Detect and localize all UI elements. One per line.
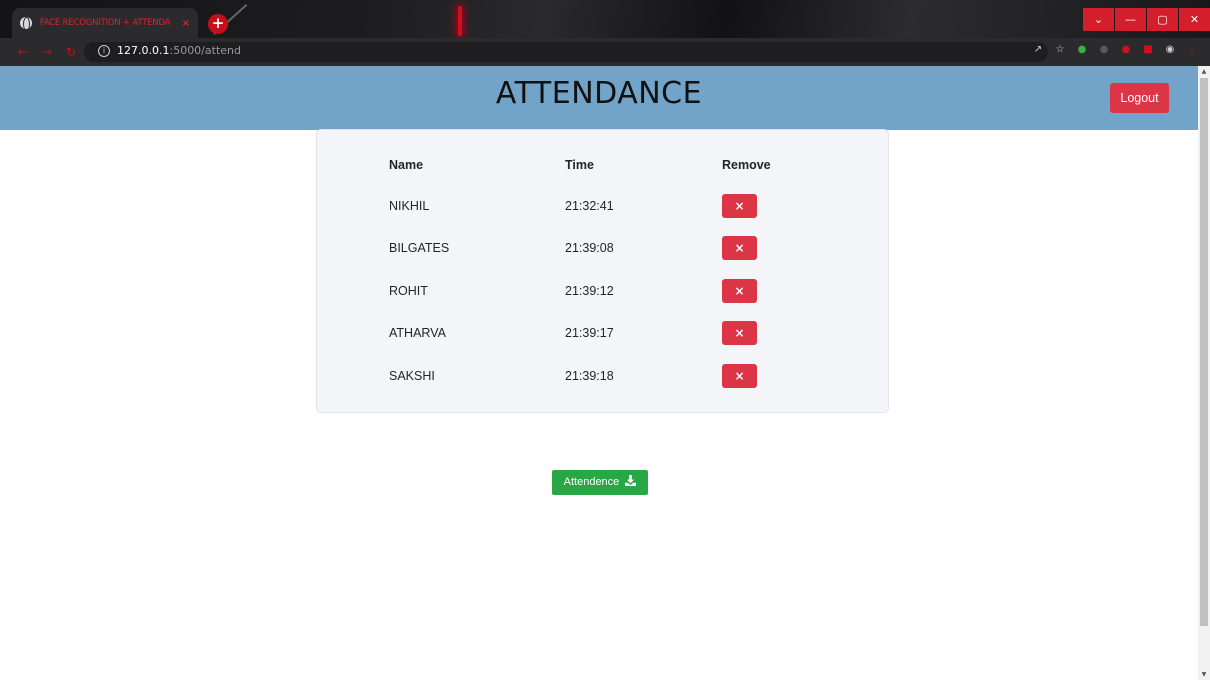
browser-chrome: FACE RECOGNITION + ATTENDA × + ⌄ — ▢ ✕ ←… [0, 0, 1210, 66]
extension-icon[interactable]: ● [1098, 44, 1110, 56]
scrollbar-thumb[interactable] [1200, 78, 1208, 626]
table-row: SAKSHI 21:39:18 × [317, 364, 890, 390]
attendee-time: 21:39:18 [565, 369, 614, 383]
column-header-time: Time [565, 158, 594, 172]
browser-tab[interactable]: FACE RECOGNITION + ATTENDA × [12, 8, 198, 38]
new-tab-button[interactable]: + [208, 14, 228, 34]
remove-button[interactable]: × [722, 194, 757, 218]
background-decoration [458, 6, 462, 36]
attendee-time: 21:39:08 [565, 241, 614, 255]
attendee-time: 21:39:12 [565, 284, 614, 298]
record-icon[interactable]: ● [1120, 44, 1132, 56]
extension-icon[interactable]: ■ [1142, 44, 1154, 56]
download-attendance-button[interactable]: Attendence [552, 470, 648, 495]
info-icon[interactable]: i [98, 45, 110, 57]
forward-icon[interactable]: → [42, 45, 52, 59]
tab-title: FACE RECOGNITION + ATTENDA [39, 18, 171, 28]
table-row: ATHARVA 21:39:17 × [317, 321, 890, 347]
table-row: BILGATES 21:39:08 × [317, 236, 890, 262]
column-header-remove: Remove [722, 158, 771, 172]
attendance-card: Name Time Remove NIKHIL 21:32:41 × BILGA… [316, 129, 889, 413]
logout-button[interactable]: Logout [1110, 83, 1169, 113]
profile-avatar[interactable]: ◉ [1164, 44, 1176, 56]
minimize-button[interactable]: — [1115, 8, 1146, 31]
attendee-time: 21:32:41 [565, 199, 614, 213]
window-controls: ⌄ — ▢ ✕ [1082, 8, 1210, 31]
globe-icon [20, 17, 32, 31]
page-header: ATTENDANCE Logout [0, 66, 1198, 130]
column-header-name: Name [389, 158, 424, 172]
back-icon[interactable]: ← [18, 45, 28, 59]
attendee-name: SAKSHI [389, 369, 435, 383]
page-scrollbar[interactable]: ▲ ▼ [1198, 66, 1210, 680]
url-path: :5000/attend [169, 44, 241, 57]
download-icon [625, 475, 637, 486]
attendee-name: NIKHIL [389, 199, 430, 213]
extension-icon[interactable]: ● [1076, 44, 1088, 56]
tab-close-icon[interactable]: × [182, 18, 190, 29]
remove-button[interactable]: × [722, 364, 757, 388]
close-window-button[interactable]: ✕ [1179, 8, 1210, 31]
scroll-down-arrow-icon[interactable]: ▼ [1198, 671, 1210, 678]
extensions-area: ↗ ☆ ● ● ● ■ ◉ ⋮ [1032, 44, 1198, 56]
scroll-up-arrow-icon[interactable]: ▲ [1198, 68, 1210, 75]
attendee-name: BILGATES [389, 241, 450, 255]
page: ATTENDANCE Logout Name Time Remove NIKHI… [0, 66, 1198, 680]
tab-search-button[interactable]: ⌄ [1083, 8, 1114, 31]
reload-icon[interactable]: ↻ [66, 45, 76, 59]
table-row: ROHIT 21:39:12 × [317, 279, 890, 305]
attendee-time: 21:39:17 [565, 326, 614, 340]
attendee-name: ROHIT [389, 284, 428, 298]
bookmark-star-icon[interactable]: ☆ [1054, 44, 1066, 56]
menu-icon[interactable]: ⋮ [1186, 44, 1198, 56]
download-button-label: Attendence [563, 476, 620, 488]
table-row: NIKHIL 21:32:41 × [317, 194, 890, 220]
page-title: ATTENDANCE [495, 76, 703, 111]
remove-button[interactable]: × [722, 236, 757, 260]
remove-button[interactable]: × [722, 279, 757, 303]
maximize-button[interactable]: ▢ [1147, 8, 1178, 31]
attendee-name: ATHARVA [389, 326, 446, 340]
url-text[interactable]: 127.0.0.1:5000/attend [117, 44, 241, 57]
url-host: 127.0.0.1 [117, 44, 170, 57]
share-icon[interactable]: ↗ [1032, 44, 1044, 56]
remove-button[interactable]: × [722, 321, 757, 345]
